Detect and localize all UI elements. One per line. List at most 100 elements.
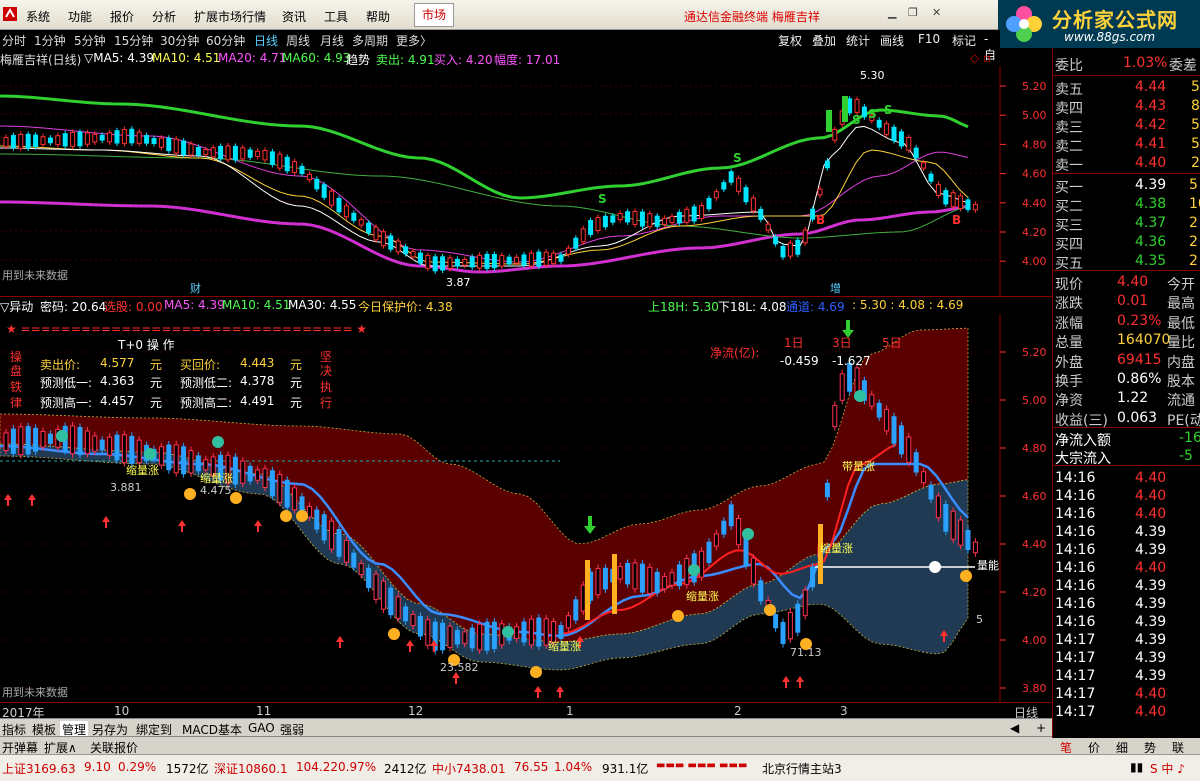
stat-row[interactable]: 总量 164070 量比 [1053, 331, 1200, 351]
tool-f10[interactable]: F10 [918, 32, 940, 46]
period-60min[interactable]: 60分钟 [206, 32, 245, 49]
stat-row[interactable]: 外盘 69415 内盘 [1053, 351, 1200, 371]
net-flow-title: 净流(亿): [710, 346, 760, 360]
stat-row[interactable]: 涨幅 0.23% 最低 [1053, 312, 1200, 332]
tick-row[interactable]: 14:16 4.40 [1053, 469, 1200, 489]
t0-candle-body [306, 505, 312, 518]
sell-shield-icon [854, 390, 866, 402]
t0-candle-body [528, 618, 534, 646]
tick-row[interactable]: 14:16 4.39 [1053, 523, 1200, 543]
tab-add-icon[interactable]: + [1036, 721, 1046, 735]
candle-body [713, 191, 719, 199]
ma5-value[interactable]: ▽MA5: 4.39 [84, 51, 154, 65]
period-5min[interactable]: 5分钟 [74, 32, 106, 49]
tick-row[interactable]: 14:16 4.40 [1053, 559, 1200, 579]
sell-arrow-icon [584, 516, 596, 534]
tool-huaxian[interactable]: 画线 [880, 32, 904, 49]
tick-row[interactable]: 14:17 4.39 [1053, 667, 1200, 687]
tick-row[interactable]: 14:16 4.40 [1053, 487, 1200, 507]
period-more[interactable]: 更多〉 [396, 32, 432, 49]
tool-fuquan[interactable]: 复权 [778, 32, 802, 49]
stat-row[interactable]: 收益(三) 0.063 PE(动 [1053, 409, 1200, 429]
menu-function[interactable]: 功能 [68, 8, 92, 25]
candle-body [750, 197, 756, 212]
stat-row[interactable]: 涨跌 0.01 最高 [1053, 292, 1200, 312]
kline-diamond-icon[interactable]: ◇ ▫ [970, 51, 991, 65]
order-label: 买三 [1055, 218, 1083, 234]
tick-row[interactable]: 14:16 4.39 [1053, 613, 1200, 633]
candle-body [136, 131, 142, 144]
sz-index[interactable]: 深证10860.1 [214, 760, 288, 777]
stat-label: 净资 [1055, 393, 1083, 410]
tick-row[interactable]: 14:16 4.39 [1053, 595, 1200, 615]
tick-row[interactable]: 14:17 4.39 [1053, 649, 1200, 669]
tick-row[interactable]: 14:16 4.40 [1053, 505, 1200, 525]
sh-index[interactable]: 上证3169.63 [2, 760, 76, 777]
stat-label-2: 内盘 [1167, 354, 1195, 371]
period-30min[interactable]: 30分钟 [160, 32, 199, 49]
tick-row[interactable]: 14:17 4.39 [1053, 631, 1200, 651]
t0-future-note: 用到未来数据 [2, 685, 68, 699]
t0-tick: 5.20 [1022, 346, 1047, 359]
stat-row[interactable]: 换手 0.86% 股本 [1053, 370, 1200, 390]
tool-diejia[interactable]: 叠加 [812, 32, 836, 49]
tick-price: 4.40 [1135, 506, 1167, 522]
tool-biaoji[interactable]: 标记 [952, 32, 976, 49]
period-weekly[interactable]: 周线 [286, 32, 310, 49]
restore-icon[interactable]: ❐ [908, 6, 918, 19]
tick-time: 14:16 [1055, 596, 1096, 612]
tab-gao[interactable]: GAO [248, 721, 275, 735]
period-daily[interactable]: 日线 [254, 32, 278, 49]
buy-order-row[interactable]: 买三 4.37 2 [1053, 214, 1200, 234]
sell-order-row[interactable]: 卖三 4.42 5 [1053, 116, 1200, 136]
candle-body [25, 133, 31, 149]
sell-order-row[interactable]: 卖四 4.43 8 [1053, 97, 1200, 117]
period-1min[interactable]: 1分钟 [34, 32, 66, 49]
zx-index[interactable]: 中小7438.01 [432, 760, 506, 777]
candle-body [107, 132, 113, 143]
kline-tick: 4.80 [1022, 138, 1047, 151]
server-name[interactable]: 北京行情主站3 [762, 760, 842, 777]
buy-order-row[interactable]: 买四 4.36 2 [1053, 233, 1200, 253]
menu-analysis[interactable]: 分析 [152, 8, 176, 25]
flow-row[interactable]: 大宗流入 -5 [1053, 447, 1200, 467]
t0-indicator-name[interactable]: ▽异动 [0, 298, 33, 315]
flow-row[interactable]: 净流入额 -16 [1053, 429, 1200, 449]
buy-order-row[interactable]: 买五 4.35 2 [1053, 252, 1200, 272]
candle-body [499, 255, 505, 267]
stat-label: 换手 [1055, 374, 1083, 390]
kline-chart[interactable]: 5.205.004.804.604.404.204.00 用到未来数据 财 增 … [0, 66, 1052, 298]
tool-tongji[interactable]: 统计 [846, 32, 870, 49]
tick-row[interactable]: 14:17 4.40 [1053, 703, 1200, 723]
tick-row[interactable]: 14:16 4.39 [1053, 541, 1200, 561]
network-status-icon[interactable]: ▮▮ [1130, 760, 1143, 774]
menu-tools[interactable]: 工具 [324, 8, 348, 25]
stat-row[interactable]: 净资 1.22 流通 [1053, 389, 1200, 409]
ime-icon[interactable]: S 中 ♪ [1150, 760, 1185, 777]
candle-body [77, 131, 83, 147]
menu-system[interactable]: 系统 [26, 8, 50, 25]
sz-change: 104.22 [296, 760, 338, 774]
menu-news[interactable]: 资讯 [282, 8, 306, 25]
sell-order-row[interactable]: 卖五 4.44 5 [1053, 78, 1200, 98]
sell-order-row[interactable]: 卖二 4.41 5 [1053, 135, 1200, 155]
t0-candle-body [454, 630, 460, 645]
tab-scroll-left-icon[interactable]: ◀ [1010, 721, 1019, 735]
stat-row[interactable]: 现价 4.40 今开 [1053, 273, 1200, 293]
minimize-icon[interactable]: ▁ [888, 6, 896, 19]
period-monthly[interactable]: 月线 [320, 32, 344, 49]
menu-extended-market[interactable]: 扩展市场行情 [194, 8, 266, 25]
buy-order-row[interactable]: 买二 4.38 10 [1053, 195, 1200, 215]
period-15min[interactable]: 15分钟 [114, 32, 153, 49]
tick-row[interactable]: 14:17 4.40 [1053, 685, 1200, 705]
market-button[interactable]: 市场 [414, 3, 454, 27]
close-icon[interactable]: ✕ [932, 6, 941, 19]
menu-quote[interactable]: 报价 [110, 8, 134, 25]
period-multi[interactable]: 多周期 [352, 32, 388, 49]
tick-row[interactable]: 14:16 4.39 [1053, 577, 1200, 597]
candle-body [262, 150, 268, 161]
menu-help[interactable]: 帮助 [366, 8, 390, 25]
sell-order-row[interactable]: 卖一 4.40 2 [1053, 154, 1200, 174]
buy-order-row[interactable]: 买一 4.39 5 [1053, 176, 1200, 196]
period-fenshi[interactable]: 分时 [2, 32, 26, 49]
